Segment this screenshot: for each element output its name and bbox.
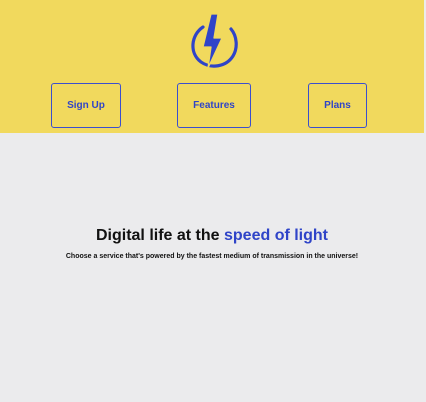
page: Sign Up Features Plans Digital life at t… (0, 0, 426, 402)
hero-subtitle: Choose a service that's powered by the f… (65, 253, 359, 260)
hero-section: Digital life at the speed of light Choos… (0, 226, 424, 261)
hero-title-highlight: speed of light (224, 227, 328, 244)
sign-up-button[interactable]: Sign Up (51, 83, 121, 128)
plans-button[interactable]: Plans (308, 83, 367, 128)
features-button[interactable]: Features (177, 83, 251, 128)
hero-title: Digital life at the speed of light (0, 226, 424, 246)
site-header: Sign Up Features Plans (0, 0, 424, 133)
hero-title-prefix: Digital life at the (95, 227, 224, 244)
lightning-bolt-icon[interactable] (186, 12, 238, 70)
